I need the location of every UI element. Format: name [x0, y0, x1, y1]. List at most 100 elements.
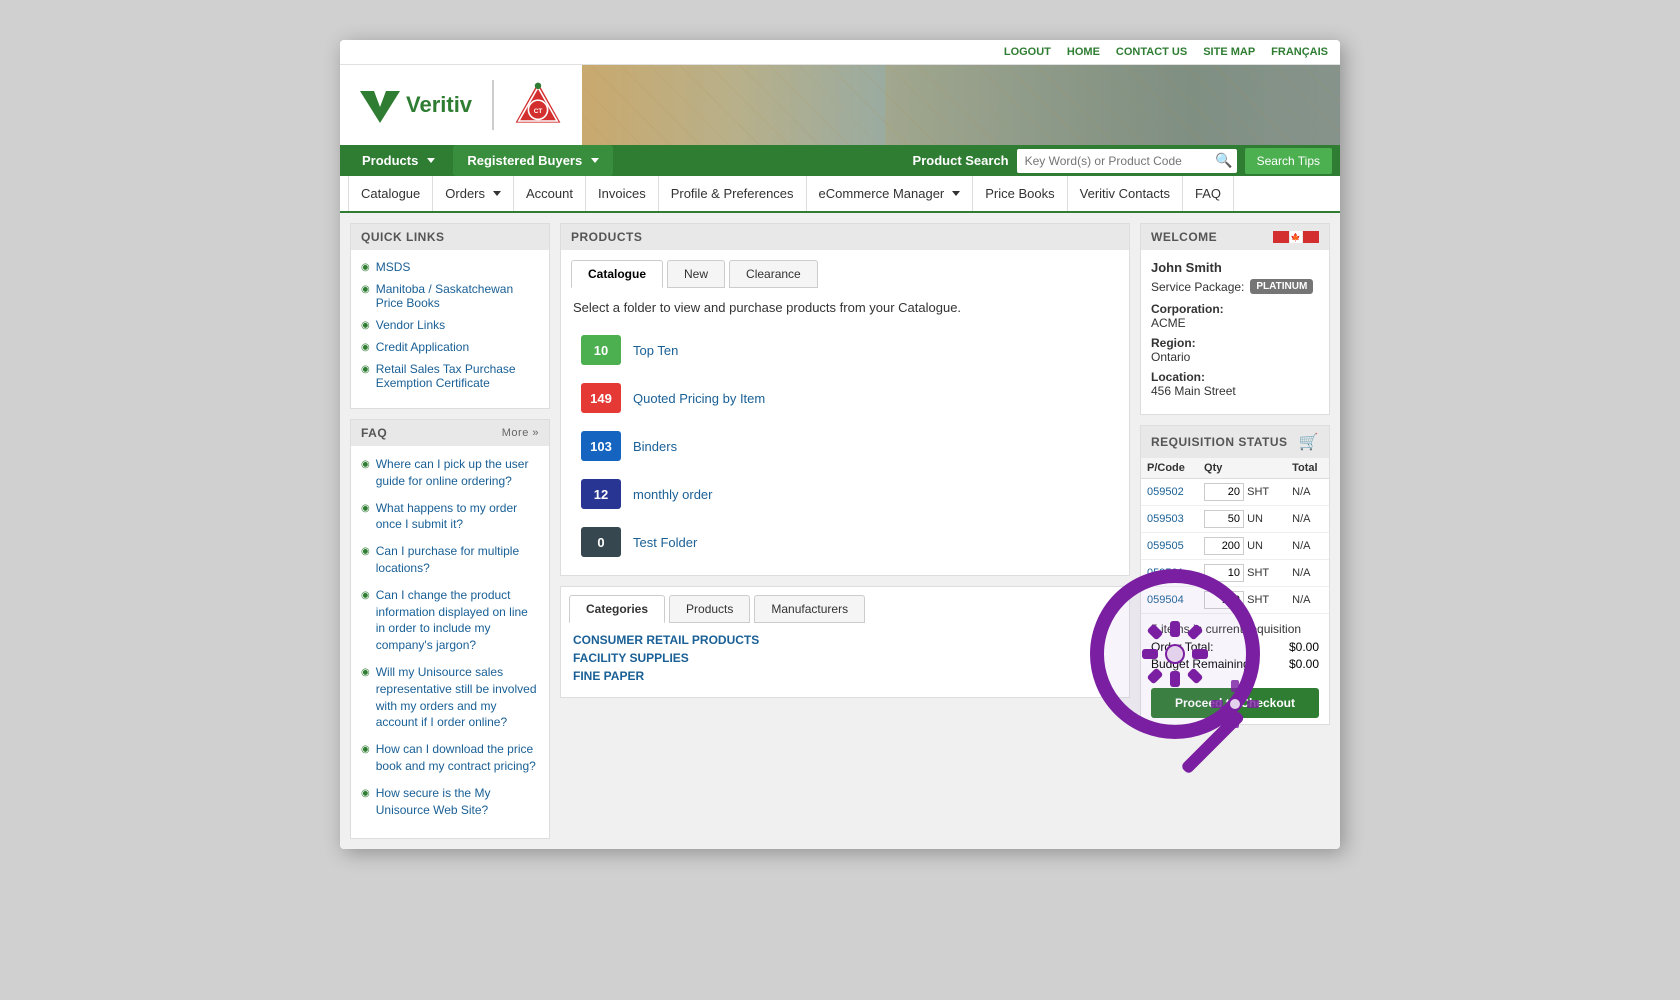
pricebooks-nav-link[interactable]: Price Books — [973, 176, 1067, 211]
contact-us-link[interactable]: CONTACT US — [1116, 46, 1187, 58]
req-row-1: 059503 UN N/A — [1141, 506, 1329, 533]
quick-link-credit-app[interactable]: ◉ Credit Application — [361, 340, 539, 354]
pcode-0[interactable]: 059502 — [1141, 479, 1198, 506]
tab-clearance[interactable]: Clearance — [729, 260, 818, 288]
catalogue-nav-link[interactable]: Catalogue — [348, 176, 433, 211]
requisition-header: REQUISITION STATUS 🛒 — [1141, 426, 1329, 458]
account-nav-link[interactable]: Account — [514, 176, 586, 211]
registered-buyers-btn[interactable]: Registered Buyers — [453, 145, 613, 176]
order-total-label: Order Total: — [1151, 640, 1213, 654]
faq-item-3[interactable]: ◉ Can I change the product information d… — [361, 587, 539, 654]
bullet-icon: ◉ — [361, 284, 370, 295]
qty-input-4[interactable] — [1204, 591, 1244, 609]
folder-list: 10 Top Ten 149 Quoted Pricing by Item 10… — [573, 329, 1117, 563]
search-icon-btn[interactable]: 🔍 — [1215, 152, 1232, 169]
folder-name-quoted-pricing: Quoted Pricing by Item — [633, 391, 765, 406]
search-input[interactable] — [1017, 149, 1237, 173]
bullet-icon: ◉ — [361, 320, 370, 331]
folder-name-test: Test Folder — [633, 535, 697, 550]
budget-remaining-value: $0.00 — [1289, 657, 1319, 671]
faq-item-5[interactable]: ◉ How can I download the price book and … — [361, 741, 539, 775]
svg-text:CT: CT — [534, 108, 543, 115]
francais-link[interactable]: FRANÇAIS — [1271, 46, 1328, 58]
products-dropdown-icon — [427, 158, 435, 163]
faq-item-1[interactable]: ◉ What happens to my order once I submit… — [361, 500, 539, 534]
home-link[interactable]: HOME — [1067, 46, 1100, 58]
folder-top-ten[interactable]: 10 Top Ten — [573, 329, 1117, 371]
pcode-2[interactable]: 059505 — [1141, 533, 1198, 560]
qty-input-3[interactable] — [1204, 564, 1244, 582]
faq-nav-link[interactable]: FAQ — [1183, 176, 1234, 211]
unit-1: UN — [1247, 513, 1263, 525]
quick-link-mb-price-books[interactable]: ◉ Manitoba / Saskatchewan Price Books — [361, 282, 539, 310]
left-panel: QUICK LINKS ◉ MSDS ◉ Manitoba / Saskatch… — [350, 223, 550, 839]
quick-links-box: QUICK LINKS ◉ MSDS ◉ Manitoba / Saskatch… — [350, 223, 550, 409]
faq-more-link[interactable]: More » — [502, 427, 539, 439]
tab-categories[interactable]: Categories — [569, 595, 665, 623]
site-map-link[interactable]: SITE MAP — [1203, 46, 1255, 58]
tab-manufacturers[interactable]: Manufacturers — [754, 595, 865, 623]
products-nav-btn[interactable]: Products — [348, 145, 449, 176]
welcome-header: WELCOME 🍁 — [1141, 224, 1329, 250]
proceed-checkout-btn[interactable]: Proceed to Checkout — [1151, 688, 1319, 718]
veritiv-v-icon — [360, 87, 400, 123]
faq-item-2[interactable]: ◉ Can I purchase for multiple locations? — [361, 543, 539, 577]
ecommerce-nav-link[interactable]: eCommerce Manager — [807, 176, 974, 211]
faq-header: FAQ More » — [351, 420, 549, 446]
faq-box: FAQ More » ◉ Where can I pick up the use… — [350, 419, 550, 839]
total-4: N/A — [1286, 587, 1329, 614]
right-panel: WELCOME 🍁 John Smith Service Package: PL… — [1140, 223, 1330, 725]
invoices-nav-link[interactable]: Invoices — [586, 176, 659, 211]
category-consumer-retail[interactable]: CONSUMER RETAIL PRODUCTS — [573, 633, 1117, 647]
quick-link-vendor-links[interactable]: ◉ Vendor Links — [361, 318, 539, 332]
folder-test[interactable]: 0 Test Folder — [573, 521, 1117, 563]
region-value: Ontario — [1151, 350, 1319, 364]
category-fine-paper[interactable]: FINE PAPER — [573, 669, 1117, 683]
faq-item-4[interactable]: ◉ Will my Unisource sales representative… — [361, 664, 539, 731]
folder-quoted-pricing[interactable]: 149 Quoted Pricing by Item — [573, 377, 1117, 419]
main-content: QUICK LINKS ◉ MSDS ◉ Manitoba / Saskatch… — [340, 213, 1340, 849]
unit-4: SHT — [1247, 594, 1269, 606]
corporation-row: Corporation: ACME — [1151, 302, 1319, 330]
profile-nav-link[interactable]: Profile & Preferences — [659, 176, 807, 211]
folder-badge-top-ten: 10 — [581, 335, 621, 365]
qty-3: SHT — [1198, 560, 1286, 587]
header: Veritiv CT — [340, 65, 1340, 145]
budget-remaining-row: Budget Remaining: $0.00 — [1151, 657, 1319, 671]
bullet-icon: ◉ — [361, 502, 370, 516]
logo-divider — [492, 80, 494, 130]
total-2: N/A — [1286, 533, 1329, 560]
quick-link-msds[interactable]: ◉ MSDS — [361, 260, 539, 274]
category-facility-supplies[interactable]: FACILITY SUPPLIES — [573, 651, 1117, 665]
tab-catalogue[interactable]: Catalogue — [571, 260, 663, 288]
pcode-1[interactable]: 059503 — [1141, 506, 1198, 533]
veritiv-contacts-nav-link[interactable]: Veritiv Contacts — [1068, 176, 1183, 211]
req-row-0: 059502 SHT N/A — [1141, 479, 1329, 506]
qty-2: UN — [1198, 533, 1286, 560]
bullet-icon: ◉ — [361, 262, 370, 273]
qty-col-header: Qty — [1198, 458, 1286, 479]
folder-monthly-order[interactable]: 12 monthly order — [573, 473, 1117, 515]
faq-item-6[interactable]: ◉ How secure is the My Unisource Web Sit… — [361, 785, 539, 819]
qty-input-0[interactable] — [1204, 483, 1244, 501]
orders-nav-link[interactable]: Orders — [433, 176, 514, 211]
pcode-3[interactable]: 059501 — [1141, 560, 1198, 587]
canadian-tire-logo: CT — [514, 81, 562, 129]
qty-input-1[interactable] — [1204, 510, 1244, 528]
platinum-badge: PLATINUM — [1250, 279, 1313, 294]
location-row: Location: 456 Main Street — [1151, 370, 1319, 398]
folder-binders[interactable]: 103 Binders — [573, 425, 1117, 467]
pcode-4[interactable]: 059504 — [1141, 587, 1198, 614]
tab-products[interactable]: Products — [669, 595, 750, 623]
select-folder-text: Select a folder to view and purchase pro… — [573, 300, 1117, 315]
secondary-nav: Catalogue Orders Account Invoices Profil… — [340, 176, 1340, 213]
qty-input-2[interactable] — [1204, 537, 1244, 555]
folder-name-monthly-order: monthly order — [633, 487, 712, 502]
faq-item-0[interactable]: ◉ Where can I pick up the user guide for… — [361, 456, 539, 490]
req-row-3: 059501 SHT N/A — [1141, 560, 1329, 587]
logout-link[interactable]: LOGOUT — [1004, 46, 1051, 58]
bullet-icon: ◉ — [361, 342, 370, 353]
search-tips-btn[interactable]: Search Tips — [1245, 148, 1332, 174]
tab-new[interactable]: New — [667, 260, 725, 288]
quick-link-retail-tax[interactable]: ◉ Retail Sales Tax Purchase Exemption Ce… — [361, 362, 539, 390]
